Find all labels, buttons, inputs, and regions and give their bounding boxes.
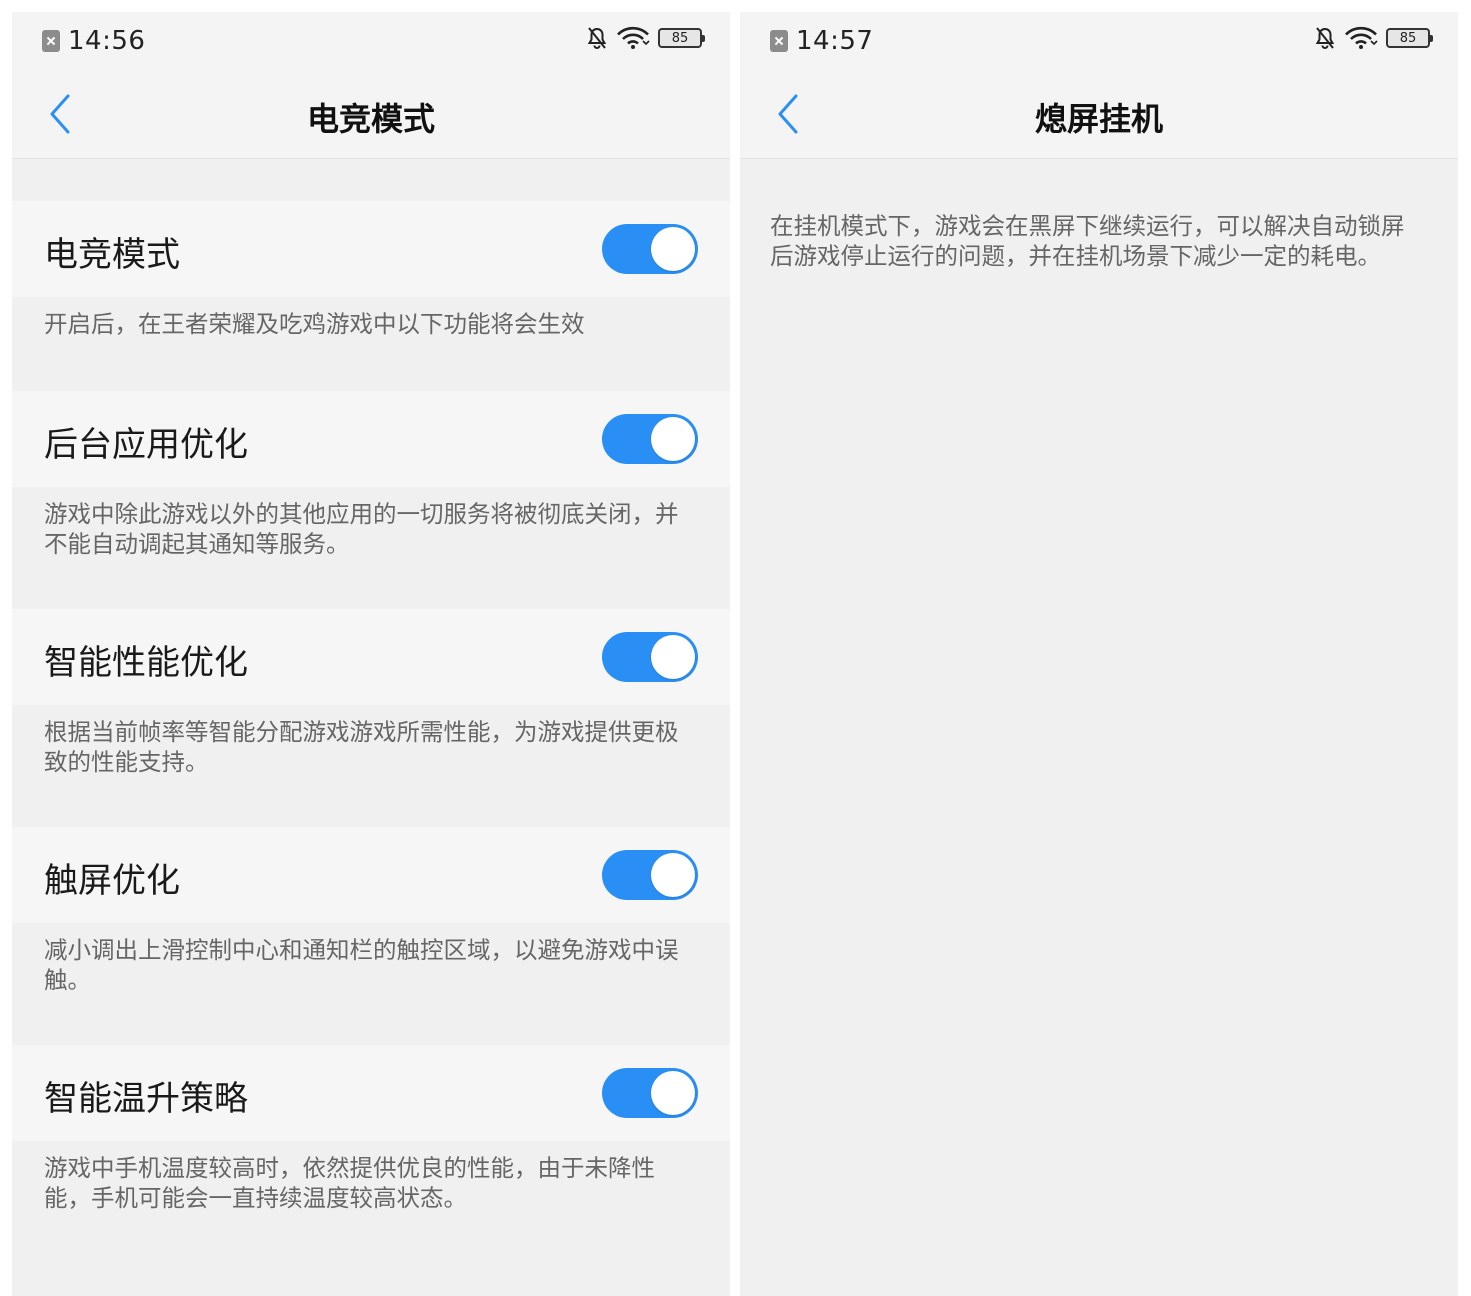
page-title: 熄屏挂机 [1034,100,1163,138]
setting-label: 后台应用优化 [44,425,248,465]
bell-off-icon [587,27,607,49]
setting-label: 触屏优化 [44,861,180,901]
setting-description: 减小调出上滑控制中心和通知栏的触控区域，以避免游戏中误触。 [12,923,730,1045]
nav-bar: 电竞模式 [12,70,730,159]
settings-list: 电竞模式 开启后，在王者荣耀及吃鸡游戏中以下功能将会生效 后台应用优化 游戏中除… [12,159,730,1296]
section-spacer [12,159,730,201]
sim-card-error-icon [770,30,788,52]
status-bar: 14:57 85 [740,12,1458,70]
page-content: 在挂机模式下，游戏会在黑屏下继续运行，可以解决自动锁屏后游戏停止运行的问题，并在… [740,159,1458,1296]
status-left: 14:57 [770,26,873,56]
wifi-icon [1345,26,1378,49]
setting-row-esports-mode[interactable]: 电竞模式 [12,201,730,297]
status-time: 14:57 [796,26,874,56]
toggle-knob [651,853,695,897]
touch-optimization-toggle[interactable] [602,850,698,900]
toggle-knob [651,1071,695,1115]
setting-row-smart-thermal-strategy[interactable]: 智能温升策略 [12,1045,730,1141]
battery-level: 85 [671,30,689,46]
nav-bar: 熄屏挂机 [740,70,1458,159]
bell-off-icon [1315,27,1335,49]
setting-label: 电竞模式 [44,235,180,275]
battery-level: 85 [1399,30,1417,46]
setting-row-background-app-optimization[interactable]: 后台应用优化 [12,391,730,487]
status-right: 85 [586,26,705,50]
status-right: 85 [1314,26,1433,50]
battery-icon: 85 [658,28,705,48]
status-time: 14:56 [68,26,146,56]
status-bar: 14:56 85 [12,12,730,70]
smart-thermal-strategy-toggle[interactable] [602,1068,698,1118]
setting-label: 智能温升策略 [44,1079,248,1119]
esports-mode-toggle[interactable] [602,224,698,274]
page-description: 在挂机模式下，游戏会在黑屏下继续运行，可以解决自动锁屏后游戏停止运行的问题，并在… [770,212,1405,270]
setting-description: 根据当前帧率等智能分配游戏游戏所需性能，为游戏提供更极致的性能支持。 [12,705,730,827]
setting-row-touch-optimization[interactable]: 触屏优化 [12,827,730,923]
sim-card-error-icon [42,30,60,52]
toggle-knob [651,417,695,461]
toggle-knob [651,227,695,271]
toggle-knob [651,635,695,679]
wifi-icon [617,26,650,49]
status-left: 14:56 [42,26,145,56]
setting-description: 游戏中除此游戏以外的其他应用的一切服务将被彻底关闭，并不能自动调起其通知等服务。 [12,487,730,609]
smart-performance-optimization-toggle[interactable] [602,632,698,682]
setting-description: 游戏中手机温度较高时，依然提供优良的性能，由于未降性能，手机可能会一直持续温度较… [12,1141,730,1263]
page-title: 电竞模式 [306,100,435,138]
screen-off-idle-screen: 14:57 85 熄屏挂机 在挂机模式下，游戏会在黑屏下继续运行，可以解决自动锁… [740,12,1458,1296]
esports-mode-screen: 14:56 85 电竞模式 电竞模式 开启后，在王者荣耀及吃鸡游戏中以下功能将会… [12,12,730,1296]
setting-row-smart-performance-optimization[interactable]: 智能性能优化 [12,609,730,705]
background-app-optimization-toggle[interactable] [602,414,698,464]
setting-description: 开启后，在王者荣耀及吃鸡游戏中以下功能将会生效 [12,297,730,391]
battery-icon: 85 [1386,28,1433,48]
setting-label: 智能性能优化 [44,643,248,683]
